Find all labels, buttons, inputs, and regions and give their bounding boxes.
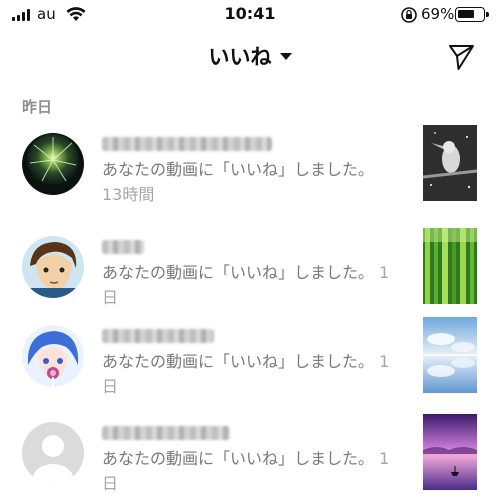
notification-message: あなたの動画に「いいね」しました。 13時間 [102,160,375,204]
notification-row[interactable]: あなたの動画に「いいね」しました。 1日 [0,317,500,417]
page-title: いいね [208,45,272,69]
notification-row[interactable]: あなたの動画に「いいね」しました。 1日 [0,414,500,502]
username-blurred[interactable] [102,137,272,151]
notification-row[interactable]: あなたの動画に「いいね」しました。 13時間 [0,125,500,225]
username-blurred[interactable] [102,426,230,440]
battery-fill [458,10,474,18]
bamboo-forest-thumbnail[interactable] [423,228,477,304]
default-user-avatar[interactable] [22,422,84,484]
notification-message: あなたの動画に「いいね」しました。 1日 [102,352,390,396]
fireworks-avatar[interactable] [22,133,84,195]
purple-lake-thumbnail[interactable] [423,414,477,490]
caret-down-icon [279,52,292,60]
battery-percent: 69% [421,5,455,23]
timestamp: 13時間 [102,185,155,204]
notification-row[interactable]: あなたの動画に「いいね」しました。 1日 [0,228,500,328]
rotation-lock-icon [401,7,417,23]
notification-message: あなたの動画に「いいね」しました。 1日 [102,263,390,307]
battery-icon [455,7,489,22]
sky-reflection-thumbnail[interactable] [423,317,477,393]
bird-on-branch-thumbnail[interactable] [423,125,477,201]
page-title-dropdown[interactable]: いいね [0,41,500,71]
anime-character-avatar[interactable] [22,236,84,298]
notification-message: あなたの動画に「いいね」しました。 1日 [102,449,390,493]
anime-girl-avatar[interactable] [22,325,84,387]
section-header-yesterday: 昨日 [22,98,53,116]
username-blurred[interactable] [102,240,144,254]
username-blurred[interactable] [102,329,214,343]
status-bar: au 10:41 69% [0,0,500,30]
send-paper-plane-icon[interactable] [446,41,476,71]
